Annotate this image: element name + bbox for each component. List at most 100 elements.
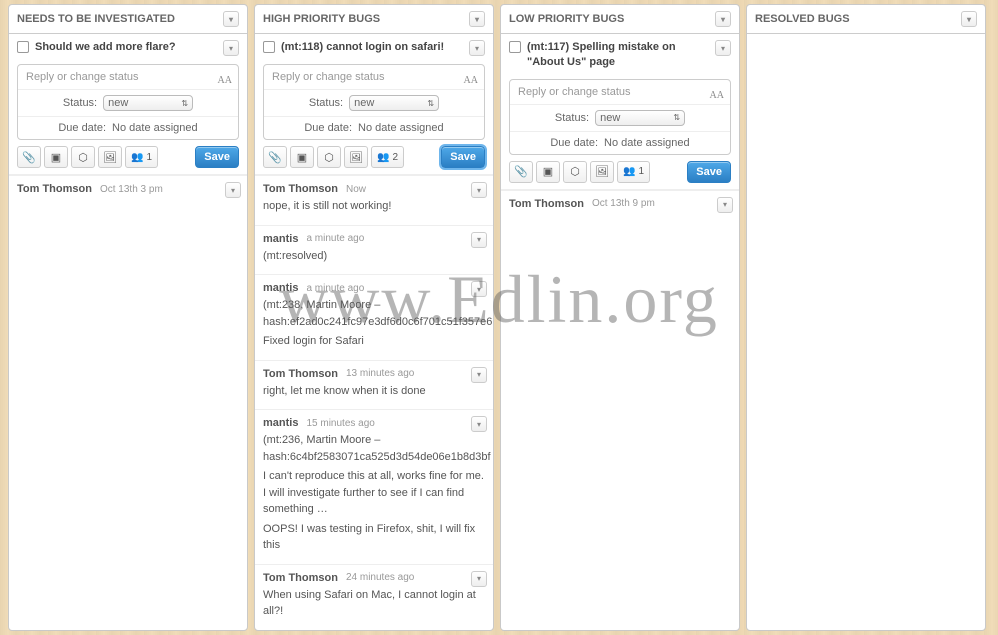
- comment-menu-button[interactable]: [717, 197, 733, 213]
- comment-menu-button[interactable]: [471, 367, 487, 383]
- comment-author: Tom Thomson: [263, 368, 338, 380]
- column-header: NEEDS TO BE INVESTIGATED: [9, 5, 247, 34]
- document-icon[interactable]: ▣: [44, 146, 68, 168]
- comment-menu-button[interactable]: [471, 416, 487, 432]
- status-select[interactable]: new: [103, 95, 193, 111]
- people-button[interactable]: 👥1: [125, 146, 158, 168]
- comment: Tom Thomson Oct 13th 9 pm: [501, 190, 739, 220]
- card-title: (mt:117) Spelling mistake on "About Us" …: [527, 40, 709, 71]
- comment-author: Tom Thomson: [17, 183, 92, 195]
- card: (mt:118) cannot login on safari! Reply or…: [255, 34, 493, 175]
- image-icon[interactable]: 🖼: [98, 146, 122, 168]
- save-button[interactable]: Save: [195, 146, 239, 168]
- card: (mt:117) Spelling mistake on "About Us" …: [501, 34, 739, 190]
- dropbox-icon[interactable]: ⬡: [71, 146, 95, 168]
- reply-input[interactable]: Reply or change statusAA: [510, 80, 730, 105]
- comment: mantis a minute ago (mt:238, Martin Moore …: [255, 274, 493, 360]
- text-format-icon[interactable]: AA: [710, 90, 724, 101]
- due-date-value[interactable]: No date assigned: [112, 122, 198, 134]
- column-header: LOW PRIORITY BUGS: [501, 5, 739, 34]
- kanban-board: NEEDS TO BE INVESTIGATED Should we add mo…: [0, 0, 998, 635]
- card-title: (mt:118) cannot login on safari!: [281, 40, 463, 55]
- comment-body: (mt:resolved): [263, 248, 485, 265]
- comment-time: 15 minutes ago: [306, 418, 374, 429]
- people-button[interactable]: 👥2: [371, 146, 404, 168]
- comment-time: Now: [346, 184, 366, 195]
- column-title: HIGH PRIORITY BUGS: [263, 13, 380, 25]
- comment-author: Tom Thomson: [263, 572, 338, 584]
- text-format-icon[interactable]: AA: [218, 75, 232, 86]
- column-title: LOW PRIORITY BUGS: [509, 13, 624, 25]
- due-date-value[interactable]: No date assigned: [358, 122, 444, 134]
- column-menu-button[interactable]: [469, 11, 485, 27]
- reply-input[interactable]: Reply or change statusAA: [264, 65, 484, 90]
- card-checkbox[interactable]: [17, 41, 29, 53]
- reply-box: Reply or change statusAA Status: new Due da…: [17, 64, 239, 140]
- column: NEEDS TO BE INVESTIGATED Should we add mo…: [8, 4, 248, 631]
- column-header: HIGH PRIORITY BUGS: [255, 5, 493, 34]
- card-menu-button[interactable]: [715, 40, 731, 56]
- column-title: NEEDS TO BE INVESTIGATED: [17, 13, 175, 25]
- comment: mantisa minute ago(mt:resolved): [255, 225, 493, 275]
- attachment-icon[interactable]: 📎: [263, 146, 287, 168]
- text-format-icon[interactable]: AA: [464, 75, 478, 86]
- comment-time: a minute ago: [306, 283, 364, 294]
- image-icon[interactable]: 🖼: [344, 146, 368, 168]
- comment: Tom Thomson Oct 13th 3 pm: [9, 175, 247, 205]
- comment-body: nope, it is still not working!: [263, 198, 485, 215]
- attachment-icon[interactable]: 📎: [17, 146, 41, 168]
- column-menu-button[interactable]: [961, 11, 977, 27]
- column-header: RESOLVED BUGS: [747, 5, 985, 34]
- image-icon[interactable]: 🖼: [590, 161, 614, 183]
- comment-body: right, let me know when it is done: [263, 383, 485, 400]
- comment-menu-button[interactable]: [225, 182, 241, 198]
- reply-box: Reply or change statusAA Status: new Due da…: [509, 79, 731, 155]
- column-menu-button[interactable]: [715, 11, 731, 27]
- card-menu-button[interactable]: [469, 40, 485, 56]
- card: Should we add more flare?Reply or change…: [9, 34, 247, 175]
- comment-author: Tom Thomson: [263, 183, 338, 195]
- save-button[interactable]: Save: [687, 161, 731, 183]
- status-label: Status:: [63, 97, 97, 109]
- card-checkbox[interactable]: [263, 41, 275, 53]
- comment-author: Tom Thomson: [509, 198, 584, 210]
- column: HIGH PRIORITY BUGS (mt:118) cannot login …: [254, 4, 494, 631]
- card-menu-button[interactable]: [223, 40, 239, 56]
- comment-time: 24 minutes ago: [346, 572, 414, 583]
- document-icon[interactable]: ▣: [290, 146, 314, 168]
- document-icon[interactable]: ▣: [536, 161, 560, 183]
- comment-time: a minute ago: [306, 233, 364, 244]
- comment-author: mantis: [263, 417, 298, 429]
- attachment-icon[interactable]: 📎: [509, 161, 533, 183]
- status-label: Status:: [555, 112, 589, 124]
- column: LOW PRIORITY BUGS (mt:117) Spelling mista…: [500, 4, 740, 631]
- comment-body: (mt:238, Martin Moore – hash:ef2ad0c241f…: [263, 297, 485, 350]
- due-date-value[interactable]: No date assigned: [604, 137, 690, 149]
- reply-input[interactable]: Reply or change statusAA: [18, 65, 238, 90]
- comment: Tom Thomson 13 minutes ago right, let me k…: [255, 360, 493, 410]
- comment-body: (mt:236, Martin Moore – hash:6c4bf258307…: [263, 432, 485, 554]
- reply-box: Reply or change statusAAStatus:newDue da…: [263, 64, 485, 140]
- people-button[interactable]: 👥1: [617, 161, 650, 183]
- comment-time: Oct 13th 3 pm: [100, 184, 163, 195]
- card-checkbox[interactable]: [509, 41, 521, 53]
- comment-menu-button[interactable]: [471, 571, 487, 587]
- status-select[interactable]: new: [349, 95, 439, 111]
- comment-time: Oct 13th 9 pm: [592, 198, 655, 209]
- dropbox-icon[interactable]: ⬡: [563, 161, 587, 183]
- comment-menu-button[interactable]: [471, 232, 487, 248]
- comment-menu-button[interactable]: [471, 182, 487, 198]
- column-title: RESOLVED BUGS: [755, 13, 850, 25]
- status-select[interactable]: new: [595, 110, 685, 126]
- comment-menu-button[interactable]: [471, 281, 487, 297]
- save-button[interactable]: Save: [441, 146, 485, 168]
- comment-author: mantis: [263, 282, 298, 294]
- column-menu-button[interactable]: [223, 11, 239, 27]
- dropbox-icon[interactable]: ⬡: [317, 146, 341, 168]
- comment-body: When using Safari on Mac, I cannot login…: [263, 587, 485, 620]
- due-date-label: Due date:: [550, 137, 598, 149]
- due-date-label: Due date:: [58, 122, 106, 134]
- comment-time: 13 minutes ago: [346, 368, 414, 379]
- comment: Tom Thomson 24 minutes ago When using Safa…: [255, 564, 493, 630]
- comment: mantis 15 minutes ago (mt:236, Martin Moor…: [255, 409, 493, 564]
